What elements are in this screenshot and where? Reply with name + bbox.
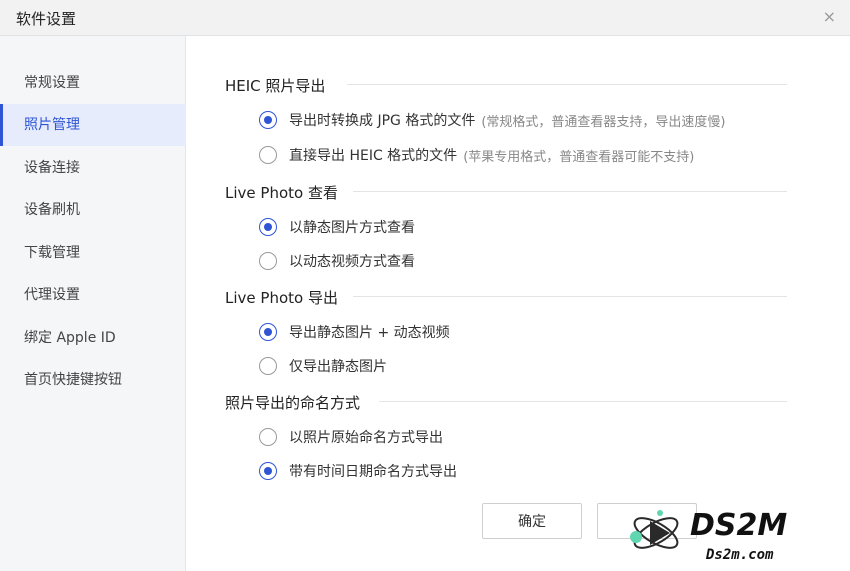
close-icon[interactable]: × xyxy=(823,9,836,25)
section-divider xyxy=(347,84,787,85)
section-title-live-photo-view: Live Photo 查看 xyxy=(225,184,338,202)
option-label: 带有时间日期命名方式导出 xyxy=(289,464,457,480)
option-convert-to-jpg[interactable]: 导出时转换成 JPG 格式的文件 (常规格式，普通查看器支持，导出速度慢) xyxy=(259,109,725,131)
section-divider xyxy=(353,191,787,192)
radio-unselected-icon[interactable] xyxy=(259,252,277,270)
section-divider xyxy=(353,296,787,297)
option-hint: (苹果专用格式，普通查看器可能不支持) xyxy=(463,149,695,165)
sidebar-item-device-flashing[interactable]: 设备刷机 xyxy=(0,189,186,231)
sidebar-item-download-management[interactable]: 下载管理 xyxy=(0,232,186,274)
radio-unselected-icon[interactable] xyxy=(259,428,277,446)
title-bar: 软件设置 × xyxy=(0,0,850,36)
option-label: 以照片原始命名方式导出 xyxy=(289,430,443,446)
section-title-live-photo-export: Live Photo 导出 xyxy=(225,289,338,307)
sidebar-item-proxy-settings[interactable]: 代理设置 xyxy=(0,274,186,316)
option-hint: (常规格式，普通查看器支持，导出速度慢) xyxy=(481,114,726,130)
radio-unselected-icon[interactable] xyxy=(259,146,277,164)
watermark-domain: Ds2m.com xyxy=(705,547,774,563)
section-title-heic-export: HEIC 照片导出 xyxy=(225,77,326,95)
watermark-logo: DS2M Ds2m.com xyxy=(626,497,836,567)
option-view-as-still[interactable]: 以静态图片方式查看 xyxy=(259,216,415,238)
sidebar-item-photo-management[interactable]: 照片管理 xyxy=(0,104,186,146)
sidebar-item-device-connection[interactable]: 设备连接 xyxy=(0,147,186,189)
radio-selected-icon[interactable] xyxy=(259,323,277,341)
option-label: 以动态视频方式查看 xyxy=(289,254,415,270)
radio-selected-icon[interactable] xyxy=(259,218,277,236)
option-label: 导出静态图片 + 动态视频 xyxy=(289,325,450,341)
sidebar-item-bind-apple-id[interactable]: 绑定 Apple ID xyxy=(0,317,186,359)
option-datetime-naming[interactable]: 带有时间日期命名方式导出 xyxy=(259,460,457,482)
sidebar-item-general[interactable]: 常规设置 xyxy=(0,62,186,104)
option-label: 导出时转换成 JPG 格式的文件 xyxy=(289,113,476,129)
option-export-heic-directly[interactable]: 直接导出 HEIC 格式的文件 (苹果专用格式，普通查看器可能不支持) xyxy=(259,144,694,166)
option-label: 以静态图片方式查看 xyxy=(289,220,415,236)
radio-selected-icon[interactable] xyxy=(259,111,277,129)
option-label: 仅导出静态图片 xyxy=(289,359,387,375)
sidebar-item-home-shortcut-buttons[interactable]: 首页快捷键按钮 xyxy=(0,359,186,401)
option-view-as-video[interactable]: 以动态视频方式查看 xyxy=(259,250,415,272)
confirm-button[interactable]: 确定 xyxy=(482,503,582,539)
settings-content: HEIC 照片导出 导出时转换成 JPG 格式的文件 (常规格式，普通查看器支持… xyxy=(187,36,850,571)
radio-unselected-icon[interactable] xyxy=(259,357,277,375)
section-divider xyxy=(379,401,787,402)
window-title: 软件设置 xyxy=(16,10,77,28)
option-export-still-and-video[interactable]: 导出静态图片 + 动态视频 xyxy=(259,321,450,343)
ds2m-logo-icon: DS2M Ds2m.com xyxy=(630,508,787,563)
option-original-naming[interactable]: 以照片原始命名方式导出 xyxy=(259,426,443,448)
section-title-naming-method: 照片导出的命名方式 xyxy=(225,394,361,412)
radio-selected-icon[interactable] xyxy=(259,462,277,480)
option-export-still-only[interactable]: 仅导出静态图片 xyxy=(259,355,387,377)
settings-sidebar: 常规设置 照片管理 设备连接 设备刷机 下载管理 代理设置 绑定 Apple I… xyxy=(0,36,186,571)
watermark-name: DS2M xyxy=(690,508,787,543)
option-label: 直接导出 HEIC 格式的文件 xyxy=(289,148,458,164)
